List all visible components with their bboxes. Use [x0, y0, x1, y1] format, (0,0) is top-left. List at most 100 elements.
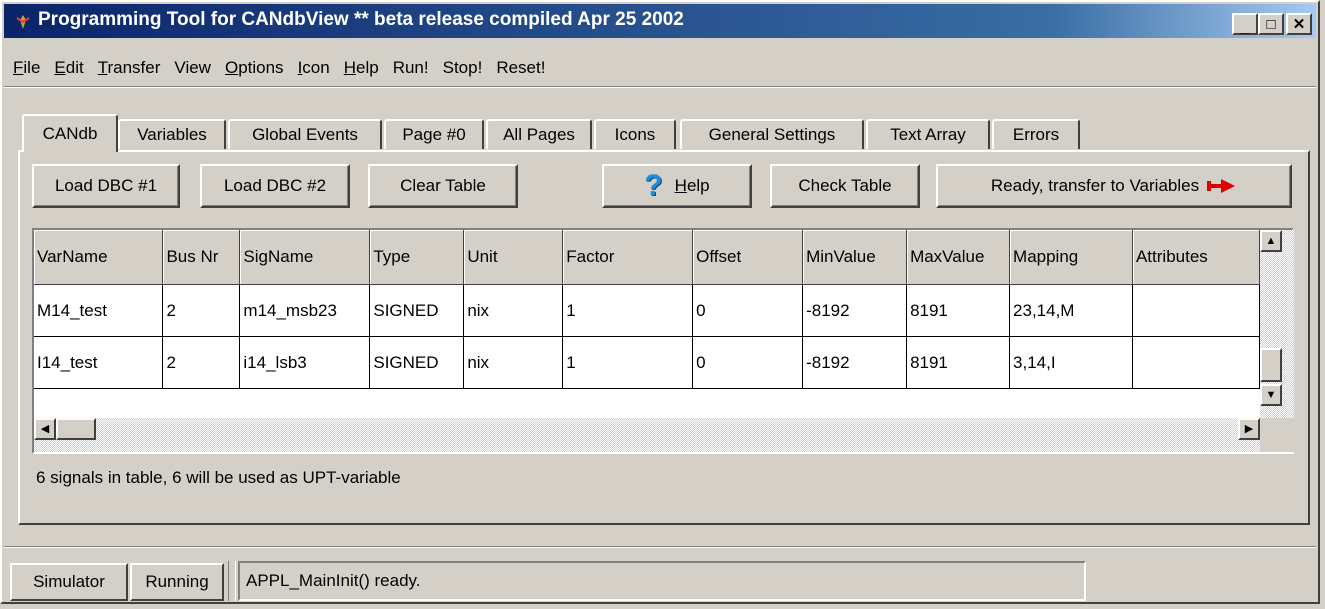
column-header-maxvalue[interactable]: MaxValue: [906, 230, 1011, 285]
table-cell[interactable]: nix: [463, 336, 564, 389]
scroll-left-button[interactable]: ◀: [34, 418, 56, 440]
table-cell[interactable]: SIGNED: [369, 284, 465, 337]
column-header-unit[interactable]: Unit: [463, 230, 564, 285]
menu-edit[interactable]: Edit: [47, 58, 90, 86]
table-cell[interactable]: 3,14,I: [1009, 336, 1133, 389]
menu-bar: File Edit Transfer View Options Icon Help Run! S…: [6, 58, 552, 86]
table-empty-cell: [162, 388, 240, 418]
menu-reset[interactable]: Reset!: [489, 58, 552, 86]
horizontal-scrollbar[interactable]: ◀ ▶: [34, 418, 1260, 452]
column-header-type[interactable]: Type: [369, 230, 465, 285]
table-cell[interactable]: SIGNED: [369, 336, 465, 389]
scroll-down-button[interactable]: ▼: [1260, 384, 1282, 406]
table-header-row: VarName Bus Nr SigName Type Unit Factor Offset…: [34, 230, 1260, 285]
vertical-scroll-thumb[interactable]: [1260, 348, 1282, 382]
table-cell[interactable]: [1132, 284, 1260, 337]
table-row[interactable]: M14_test 2 m14_msb23 SIGNED nix 1 0 -8192 8191 23…: [34, 284, 1260, 337]
table-cell[interactable]: nix: [463, 284, 564, 337]
table-cell[interactable]: 1: [562, 284, 694, 337]
column-header-minvalue[interactable]: MinValue: [802, 230, 908, 285]
menu-transfer[interactable]: Transfer: [91, 58, 168, 86]
column-header-attributes[interactable]: Attributes: [1132, 230, 1260, 285]
ready-transfer-label: Ready, transfer to Variables: [990, 176, 1200, 195]
scroll-up-button[interactable]: ▲: [1260, 230, 1282, 252]
title-bar[interactable]: Programming Tool for CANdbView ** beta r…: [4, 4, 1316, 38]
menu-label: View: [174, 58, 211, 77]
table-cell[interactable]: 2: [162, 284, 241, 337]
menu-help[interactable]: Help: [337, 58, 386, 86]
status-bar-separator: [4, 546, 1316, 548]
table-cell[interactable]: 8191: [906, 284, 1011, 337]
ready-transfer-button[interactable]: Ready, transfer to Variables: [936, 164, 1292, 208]
running-button[interactable]: Running: [130, 563, 224, 601]
check-table-label: Check Table: [798, 176, 892, 195]
minimize-button[interactable]: _: [1232, 13, 1258, 35]
menu-file[interactable]: File: [6, 58, 47, 86]
tab-general-settings[interactable]: General Settings: [680, 119, 864, 149]
table-empty-cell: [1009, 388, 1133, 418]
menu-label: ile: [23, 58, 41, 77]
table-empty-cell: [1132, 388, 1260, 418]
table-cell[interactable]: -8192: [802, 336, 908, 389]
table-empty-cell: [802, 388, 907, 418]
load-dbc1-button[interactable]: Load DBC #1: [32, 164, 180, 208]
help-button[interactable]: ? Help: [602, 164, 752, 208]
tab-global-events[interactable]: Global Events: [228, 119, 382, 149]
table-cell[interactable]: 23,14,M: [1009, 284, 1133, 337]
help-label-rest: elp: [686, 176, 710, 195]
running-label: Running: [145, 572, 209, 591]
menu-run[interactable]: Run!: [386, 58, 436, 86]
menu-label: ransfer: [107, 58, 161, 77]
menu-view[interactable]: View: [167, 58, 218, 86]
close-icon: ✕: [1292, 15, 1306, 33]
table-empty-cell: [34, 388, 163, 418]
signal-summary: 6 signals in table, 6 will be used as UP…: [36, 468, 401, 487]
maximize-button[interactable]: □: [1258, 13, 1284, 35]
menu-separator: [4, 86, 1316, 88]
table-cell[interactable]: 0: [692, 284, 804, 337]
tab-text-array[interactable]: Text Array: [866, 119, 990, 149]
simulator-button[interactable]: Simulator: [10, 563, 128, 601]
tab-icons[interactable]: Icons: [594, 119, 676, 149]
table-cell[interactable]: 2: [162, 336, 241, 389]
menu-stop[interactable]: Stop!: [436, 58, 490, 86]
close-button[interactable]: ✕: [1286, 13, 1312, 35]
clear-table-button[interactable]: Clear Table: [368, 164, 518, 208]
column-header-offset[interactable]: Offset: [692, 230, 804, 285]
check-table-button[interactable]: Check Table: [770, 164, 920, 208]
tab-errors[interactable]: Errors: [992, 119, 1080, 149]
table-cell[interactable]: I14_test: [34, 336, 164, 389]
table-cell[interactable]: m14_msb23: [239, 284, 371, 337]
menu-accel: E: [54, 58, 66, 77]
vertical-scrollbar[interactable]: ▲ ▼: [1260, 230, 1294, 418]
table-cell[interactable]: 0: [692, 336, 804, 389]
scroll-right-button[interactable]: ▶: [1238, 418, 1260, 440]
menu-options[interactable]: Options: [218, 58, 291, 86]
table-empty-cell: [463, 388, 563, 418]
table-cell[interactable]: -8192: [802, 284, 908, 337]
menu-accel: O: [224, 58, 239, 77]
column-header-bus-nr[interactable]: Bus Nr: [162, 230, 241, 285]
table-cell[interactable]: i14_lsb3: [239, 336, 371, 389]
column-header-mapping[interactable]: Mapping: [1009, 230, 1133, 285]
tab-page-0[interactable]: Page #0: [384, 119, 484, 149]
table-cell[interactable]: 1: [562, 336, 694, 389]
simulator-label: Simulator: [33, 572, 105, 591]
table-row[interactable]: I14_test 2 i14_lsb3 SIGNED nix 1 0 -8192 8191 3,1…: [34, 336, 1260, 389]
horizontal-scroll-thumb[interactable]: [56, 418, 96, 440]
column-header-factor[interactable]: Factor: [562, 230, 694, 285]
table-cell[interactable]: M14_test: [34, 284, 164, 337]
column-header-varname[interactable]: VarName: [34, 230, 164, 285]
column-header-signame[interactable]: SigName: [239, 230, 371, 285]
tab-variables[interactable]: Variables: [118, 119, 226, 149]
table-cell[interactable]: 8191: [906, 336, 1011, 389]
load-dbc2-button[interactable]: Load DBC #2: [200, 164, 350, 208]
tab-all-pages[interactable]: All Pages: [486, 119, 592, 149]
table-cell[interactable]: [1132, 336, 1260, 389]
table-empty-cell: [562, 388, 693, 418]
menu-icon[interactable]: Icon: [291, 58, 337, 86]
signal-table[interactable]: VarName Bus Nr SigName Type Unit Factor Offset…: [32, 228, 1294, 454]
tab-label: Errors: [1012, 125, 1060, 144]
minimize-icon: _: [1240, 18, 1250, 36]
tab-candb[interactable]: CANdb: [22, 114, 118, 152]
